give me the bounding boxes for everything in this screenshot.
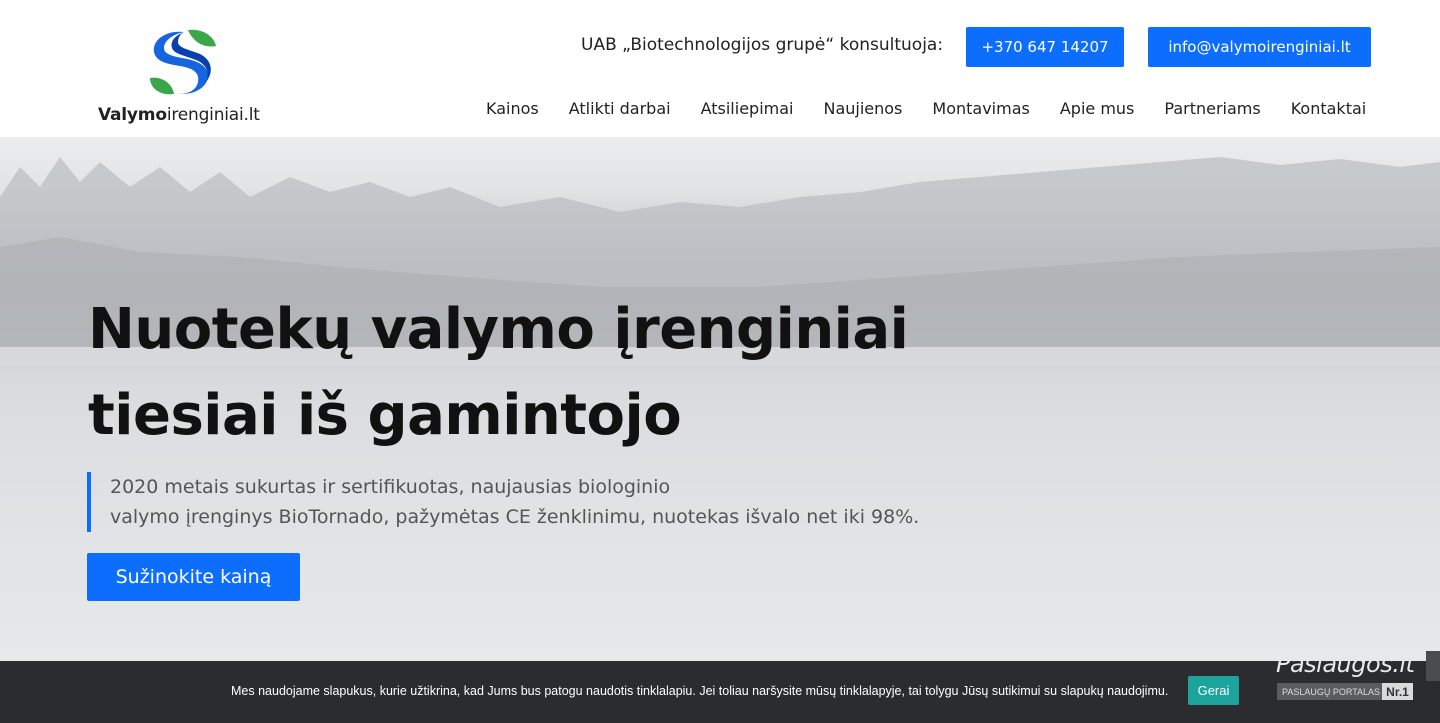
cookie-banner: Mes naudojame slapukus, kurie užtikrina,…: [0, 661, 1440, 723]
paslaugos-badge[interactable]: Paslaugos.lt PASLAUGŲ PORTALAS Nr.1: [1276, 650, 1416, 702]
nav-item-atsiliepimai[interactable]: Atsiliepimai: [701, 99, 794, 118]
consult-text: UAB „Biotechnologijos grupė“ konsultuoja…: [581, 35, 944, 55]
logo-wordmark: Valymoirenginiai.lt: [98, 105, 260, 125]
logo-icon: [150, 29, 216, 95]
cookie-message: Mes naudojame slapukus, kurie užtikrina,…: [231, 684, 1169, 698]
badge-title: Paslaugos.lt: [1276, 650, 1415, 678]
email-button[interactable]: info@valymoirenginiai.lt: [1148, 27, 1371, 67]
nav-item-partneriams[interactable]: Partneriams: [1164, 99, 1260, 118]
main-nav: Kainos Atlikti darbai Atsiliepimai Nauji…: [486, 99, 1366, 118]
cookie-accept-button[interactable]: Gerai: [1188, 676, 1239, 705]
nav-item-kainos[interactable]: Kainos: [486, 99, 539, 118]
hero-title-line-1: Nuotekų valymo įrenginiai: [88, 297, 909, 362]
site-logo[interactable]: Valymoirenginiai.lt: [98, 22, 270, 130]
nav-item-apie-mus[interactable]: Apie mus: [1060, 99, 1135, 118]
nav-item-atlikti-darbai[interactable]: Atlikti darbai: [569, 99, 671, 118]
get-price-button[interactable]: Sužinokite kainą: [87, 553, 300, 601]
hero-description-line-1: 2020 metais sukurtas ir sertifikuotas, n…: [110, 476, 671, 498]
phone-button[interactable]: +370 647 14207: [966, 27, 1124, 67]
badge-rank: Nr.1: [1382, 683, 1413, 700]
hero-title: Nuotekų valymo įrenginiai tiesiai iš gam…: [88, 287, 909, 459]
hero-section: Nuotekų valymo įrenginiai tiesiai iš gam…: [0, 137, 1440, 661]
site-header: Valymoirenginiai.lt UAB „Biotechnologijo…: [0, 0, 1440, 137]
nav-item-kontaktai[interactable]: Kontaktai: [1291, 99, 1367, 118]
nav-item-naujienos[interactable]: Naujienos: [823, 99, 902, 118]
recaptcha-badge[interactable]: [1426, 651, 1440, 681]
hero-description-line-2: valymo įrenginys BioTornado, pažymėtas C…: [110, 506, 920, 528]
hero-description: 2020 metais sukurtas ir sertifikuotas, n…: [87, 472, 919, 532]
hero-title-line-2: tiesiai iš gamintojo: [88, 383, 682, 448]
nav-item-montavimas[interactable]: Montavimas: [932, 99, 1029, 118]
